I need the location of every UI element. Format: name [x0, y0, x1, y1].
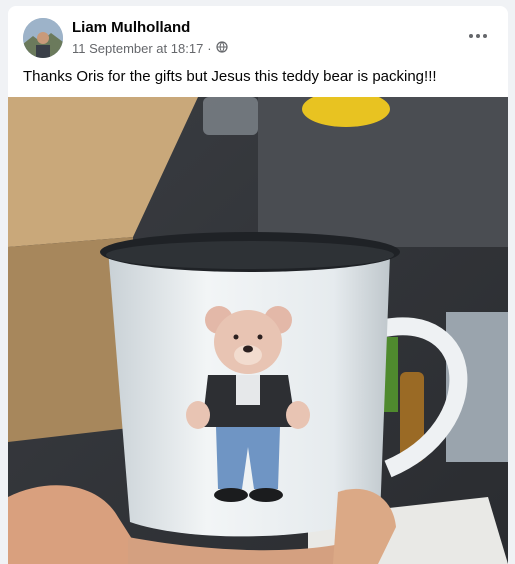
post-text: Thanks Oris for the gifts but Jesus this… [23, 68, 437, 85]
post-meta: 11 September at 18:17 · [72, 41, 228, 56]
post-card: Liam Mulholland 11 September at 18:17 · … [8, 6, 508, 564]
author-name[interactable]: Liam Mulholland [72, 19, 190, 36]
meta-separator: · [207, 41, 212, 56]
globe-icon [216, 41, 228, 56]
avatar[interactable] [23, 18, 63, 58]
post-timestamp[interactable]: 11 September at 18:17 [72, 41, 203, 56]
post-photo[interactable] [8, 97, 508, 564]
more-options-icon[interactable] [462, 26, 494, 46]
